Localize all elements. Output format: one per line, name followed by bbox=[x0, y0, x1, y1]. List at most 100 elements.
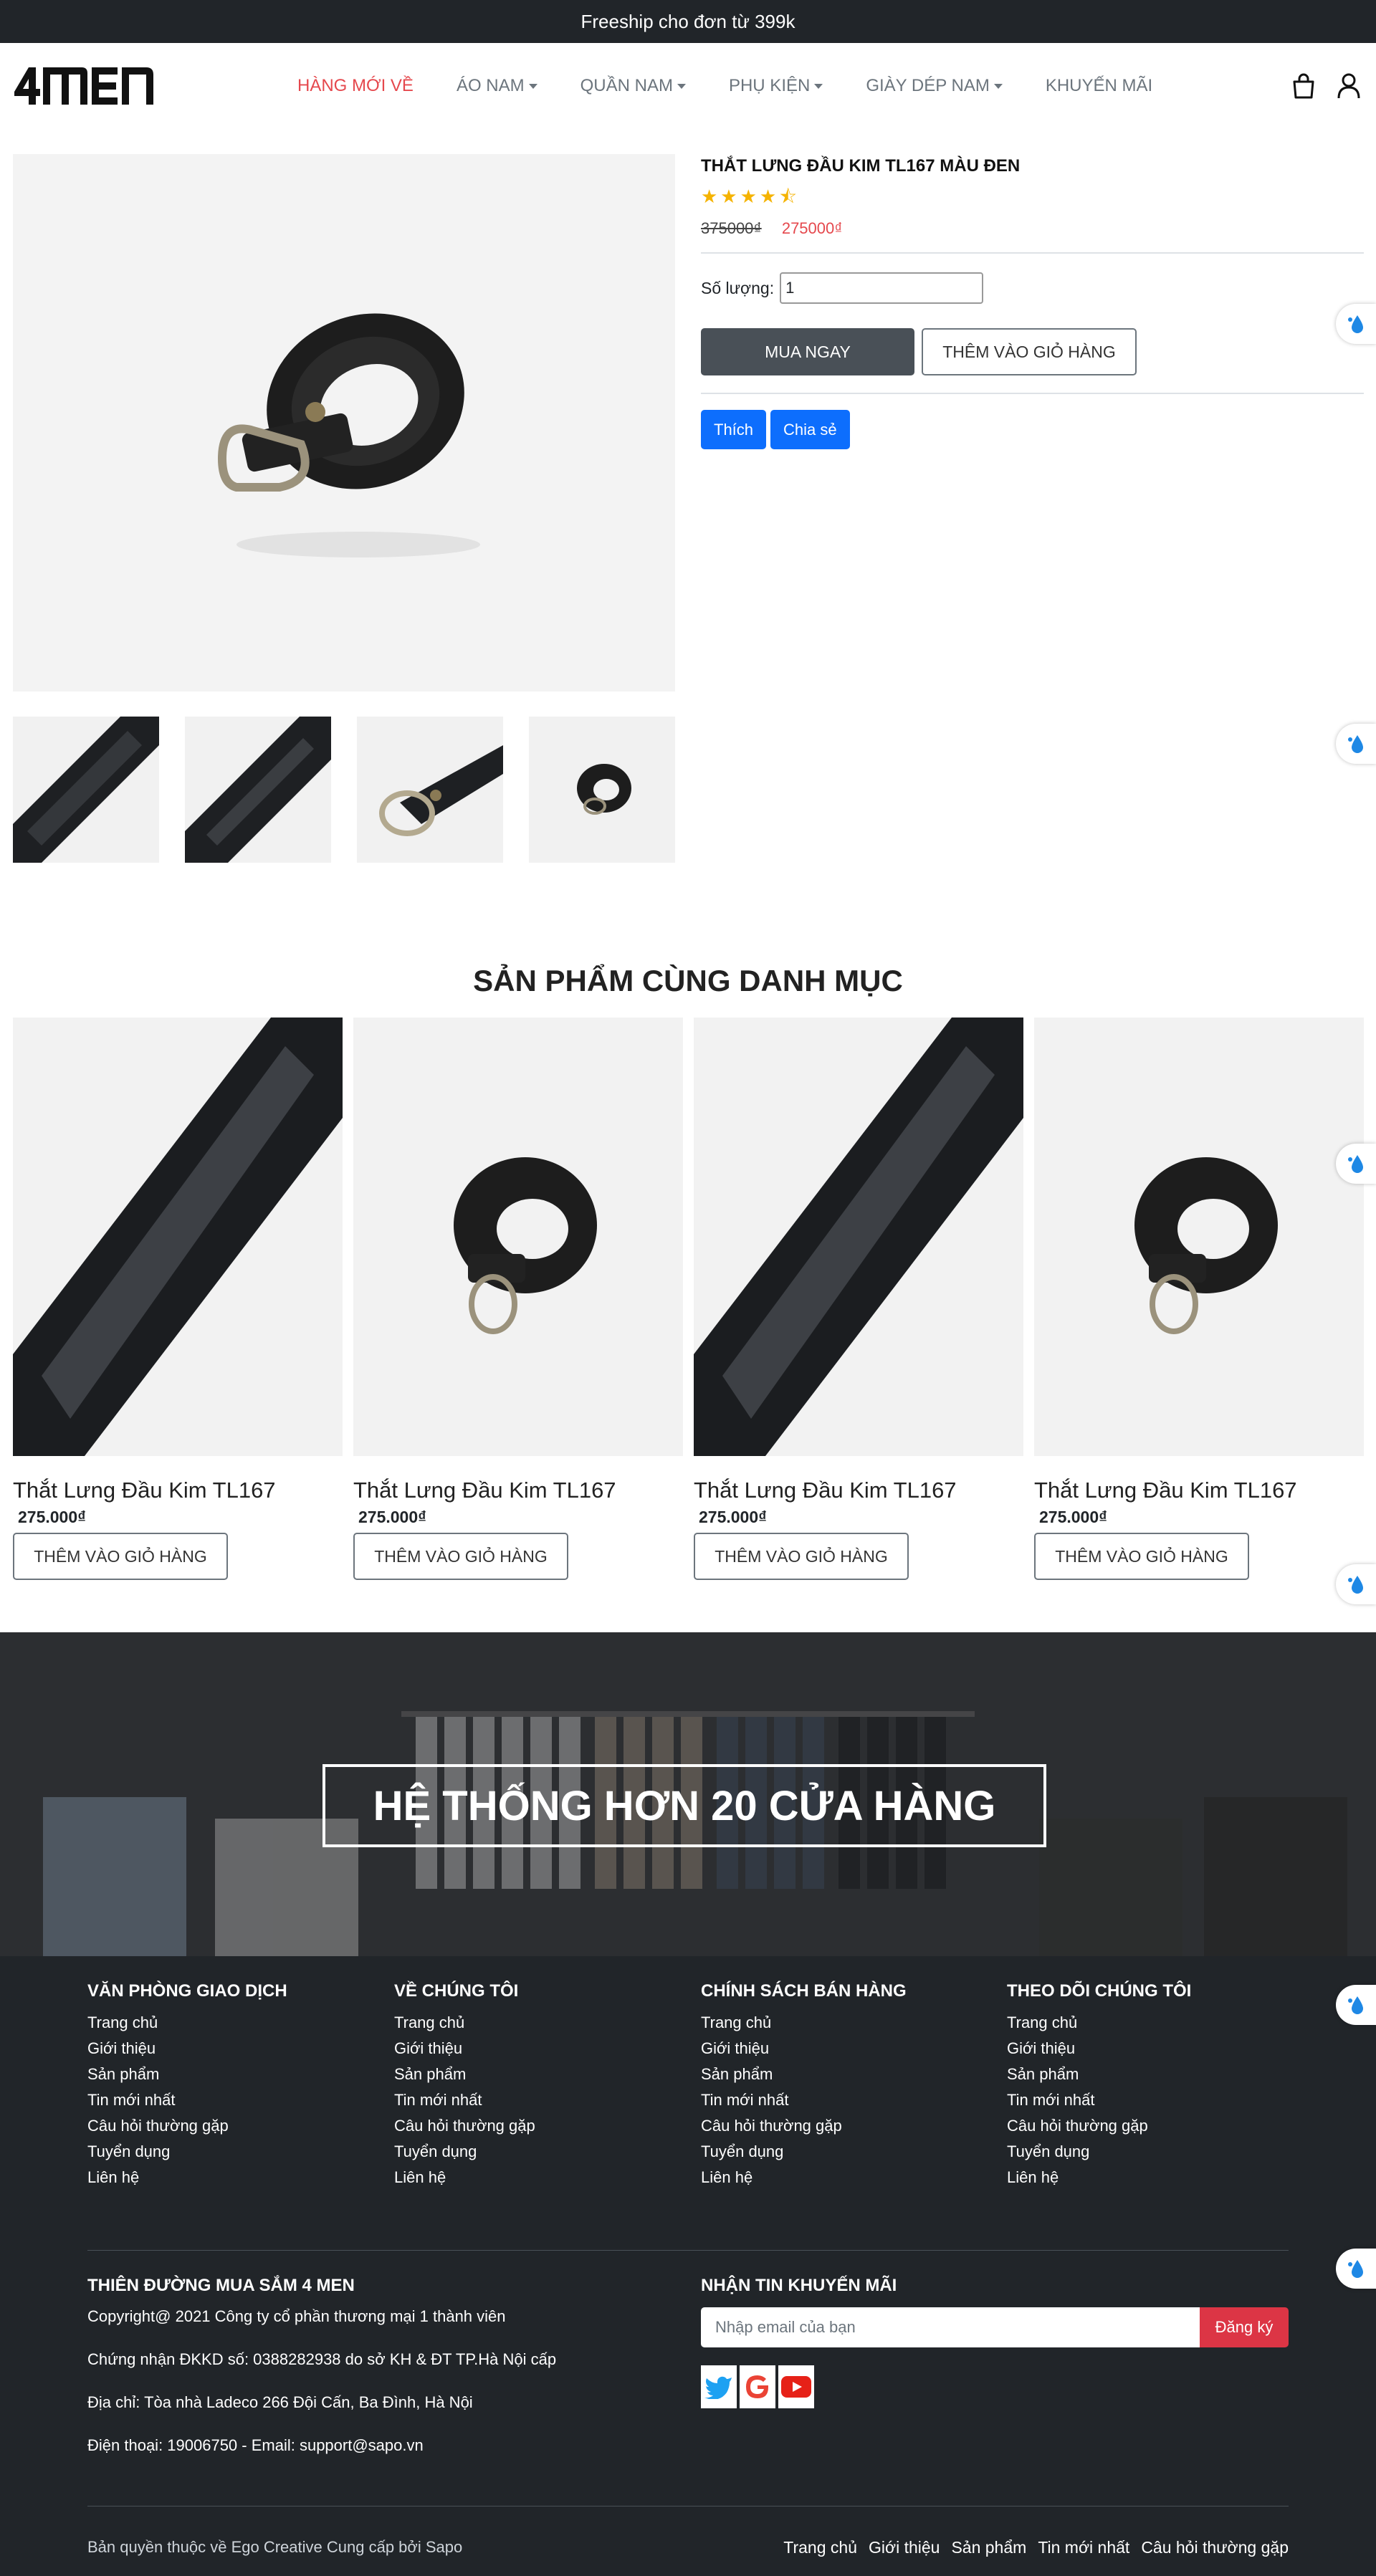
add-to-cart-button[interactable]: THÊM VÀO GIỎ HÀNG bbox=[694, 1533, 909, 1580]
newsletter-email-input[interactable]: Nhập email của bạn bbox=[701, 2307, 1200, 2347]
footer-link[interactable]: Tuyển dụng bbox=[394, 2139, 695, 2165]
footer-bottom-link[interactable]: Câu hỏi thường gặp bbox=[1141, 2538, 1289, 2557]
floating-widget-button[interactable] bbox=[1336, 1144, 1376, 1184]
footer-bottom-link[interactable]: Trang chủ bbox=[783, 2538, 857, 2557]
add-to-cart-button[interactable]: THÊM VÀO GIỎ HÀNG bbox=[353, 1533, 568, 1580]
product-main-image[interactable] bbox=[13, 154, 675, 691]
footer-link[interactable]: Trang chủ bbox=[701, 2010, 1002, 2036]
thumbnail-list bbox=[13, 717, 675, 863]
footer-link[interactable]: Câu hỏi thường gặp bbox=[394, 2113, 695, 2139]
product-card-image[interactable] bbox=[1034, 1018, 1364, 1456]
product-card-name[interactable]: Thắt Lưng Đầu Kim TL167 bbox=[694, 1478, 1023, 1503]
footer-link[interactable]: Tuyển dụng bbox=[1007, 2139, 1308, 2165]
add-to-cart-button[interactable]: THÊM VÀO GIỎ HÀNG bbox=[13, 1533, 228, 1580]
floating-widget-button[interactable] bbox=[1336, 304, 1376, 344]
footer-link[interactable]: Giới thiệu bbox=[394, 2036, 695, 2062]
thumbnail[interactable] bbox=[529, 717, 675, 863]
product-card-name[interactable]: Thắt Lưng Đầu Kim TL167 bbox=[353, 1478, 683, 1503]
nav-item-shirts[interactable]: ÁO NAM bbox=[457, 76, 538, 96]
footer-column: VỀ CHÚNG TÔI Trang chủ Giới thiệu Sản ph… bbox=[394, 1981, 695, 2190]
belt-coil-image bbox=[1134, 1157, 1278, 1334]
floating-widget-button[interactable] bbox=[1336, 2249, 1376, 2289]
company-line: Điện thoại: 19006750 - Email: support@sa… bbox=[87, 2436, 424, 2454]
newsletter-subscribe-button[interactable]: Đăng ký bbox=[1200, 2307, 1289, 2347]
quantity-row: Số lượng: 1 bbox=[701, 272, 1364, 304]
footer-link[interactable]: Câu hỏi thường gặp bbox=[701, 2113, 1002, 2139]
like-button[interactable]: Thích bbox=[701, 410, 767, 449]
share-button[interactable]: Chia sẻ bbox=[770, 410, 850, 449]
product-card[interactable]: Thắt Lưng Đầu Kim TL167 275.000₫ THÊM VÀ… bbox=[694, 1018, 1023, 1580]
product-card-price: 275.000₫ bbox=[1039, 1508, 1107, 1526]
user-icon[interactable] bbox=[1337, 73, 1360, 99]
floating-widget-button[interactable] bbox=[1336, 1985, 1376, 2025]
water-drop-icon bbox=[1348, 315, 1363, 333]
footer-link[interactable]: Liên hệ bbox=[701, 2165, 1002, 2190]
footer-link[interactable]: Sản phẩm bbox=[87, 2062, 388, 2087]
product-card-price: 275.000₫ bbox=[18, 1508, 86, 1526]
floating-widget-button[interactable] bbox=[1336, 1564, 1376, 1604]
footer-link[interactable]: Giới thiệu bbox=[87, 2036, 388, 2062]
footer-bottom-link[interactable]: Sản phẩm bbox=[951, 2538, 1026, 2557]
nav-item-new-arrivals[interactable]: HÀNG MỚI VỀ bbox=[297, 76, 414, 96]
footer-link[interactable]: Trang chủ bbox=[1007, 2010, 1308, 2036]
nav-item-pants[interactable]: QUẦN NAM bbox=[580, 76, 686, 96]
product-card-image[interactable] bbox=[353, 1018, 683, 1456]
stores-banner[interactable]: HỆ THỐNG HƠN 20 CỬA HÀNG bbox=[0, 1632, 1376, 1956]
freeship-text: Freeship cho đơn từ 399k bbox=[580, 10, 796, 32]
footer-link[interactable]: Tin mới nhất bbox=[394, 2087, 695, 2113]
nav-item-shoes[interactable]: GIÀY DÉP NAM bbox=[866, 76, 1003, 96]
footer-column-title: THEO DÕI CHÚNG TÔI bbox=[1007, 1981, 1192, 2001]
footer-bottom-links: Trang chủ Giới thiệu Sản phẩm Tin mới nh… bbox=[783, 2538, 1289, 2557]
footer-link[interactable]: Sản phẩm bbox=[701, 2062, 1002, 2087]
floating-widget-button[interactable] bbox=[1336, 724, 1376, 764]
product-card[interactable]: Thắt Lưng Đầu Kim TL167 275.000₫ THÊM VÀ… bbox=[353, 1018, 683, 1580]
nav-item-promotions[interactable]: KHUYẾN MÃI bbox=[1046, 76, 1152, 96]
footer-bottom-link[interactable]: Giới thiệu bbox=[869, 2538, 940, 2557]
footer-link[interactable]: Tin mới nhất bbox=[701, 2087, 1002, 2113]
add-to-cart-button[interactable]: THÊM VÀO GIỎ HÀNG bbox=[1034, 1533, 1249, 1580]
footer-link[interactable]: Tuyển dụng bbox=[87, 2139, 388, 2165]
logo[interactable] bbox=[13, 64, 155, 107]
water-drop-icon bbox=[1348, 1155, 1363, 1173]
site-footer: VĂN PHÒNG GIAO DỊCH Trang chủ Giới thiệu… bbox=[0, 1956, 1376, 2576]
footer-link[interactable]: Liên hệ bbox=[394, 2165, 695, 2190]
water-drop-icon bbox=[1348, 2260, 1363, 2278]
footer-link[interactable]: Câu hỏi thường gặp bbox=[1007, 2113, 1308, 2139]
water-drop-icon bbox=[1348, 1576, 1363, 1594]
footer-column: VĂN PHÒNG GIAO DỊCH Trang chủ Giới thiệu… bbox=[87, 1981, 388, 2190]
footer-link[interactable]: Liên hệ bbox=[1007, 2165, 1308, 2190]
thumbnail[interactable] bbox=[357, 717, 503, 863]
product-card-name[interactable]: Thắt Lưng Đầu Kim TL167 bbox=[1034, 1478, 1364, 1503]
footer-link[interactable]: Trang chủ bbox=[87, 2010, 388, 2036]
product-card-image[interactable] bbox=[694, 1018, 1023, 1456]
youtube-icon[interactable] bbox=[778, 2365, 814, 2408]
newsletter-title: NHẬN TIN KHUYẾN MÃI bbox=[701, 2276, 897, 2295]
footer-link[interactable]: Tin mới nhất bbox=[1007, 2087, 1308, 2113]
newsletter-section: NHẬN TIN KHUYẾN MÃI bbox=[701, 2276, 897, 2296]
footer-link[interactable]: Liên hệ bbox=[87, 2165, 388, 2190]
add-to-cart-button[interactable]: THÊM VÀO GIỎ HÀNG bbox=[922, 328, 1137, 375]
google-icon[interactable] bbox=[740, 2365, 775, 2408]
thumbnail[interactable] bbox=[185, 717, 331, 863]
footer-link[interactable]: Trang chủ bbox=[394, 2010, 695, 2036]
product-card-name[interactable]: Thắt Lưng Đầu Kim TL167 bbox=[13, 1478, 343, 1503]
product-card-image[interactable] bbox=[13, 1018, 343, 1456]
footer-bottom-link[interactable]: Tin mới nhất bbox=[1038, 2538, 1129, 2557]
shopping-bag-icon[interactable] bbox=[1291, 73, 1316, 99]
footer-link[interactable]: Tuyển dụng bbox=[701, 2139, 1002, 2165]
quantity-input[interactable]: 1 bbox=[780, 272, 984, 304]
caret-down-icon bbox=[528, 83, 538, 89]
nav-item-accessories[interactable]: PHỤ KIỆN bbox=[729, 76, 823, 96]
caret-down-icon bbox=[814, 83, 823, 89]
footer-link[interactable]: Giới thiệu bbox=[701, 2036, 1002, 2062]
footer-link[interactable]: Câu hỏi thường gặp bbox=[87, 2113, 388, 2139]
product-card[interactable]: Thắt Lưng Đầu Kim TL167 275.000₫ THÊM VÀ… bbox=[13, 1018, 343, 1580]
footer-link[interactable]: Giới thiệu bbox=[1007, 2036, 1308, 2062]
thumbnail[interactable] bbox=[13, 717, 159, 863]
product-card[interactable]: Thắt Lưng Đầu Kim TL167 275.000₫ THÊM VÀ… bbox=[1034, 1018, 1364, 1580]
buy-now-button[interactable]: MUA NGAY bbox=[701, 328, 914, 375]
footer-link[interactable]: Tin mới nhất bbox=[87, 2087, 388, 2113]
footer-link[interactable]: Sản phẩm bbox=[394, 2062, 695, 2087]
footer-link[interactable]: Sản phẩm bbox=[1007, 2062, 1308, 2087]
twitter-icon[interactable] bbox=[701, 2365, 737, 2408]
